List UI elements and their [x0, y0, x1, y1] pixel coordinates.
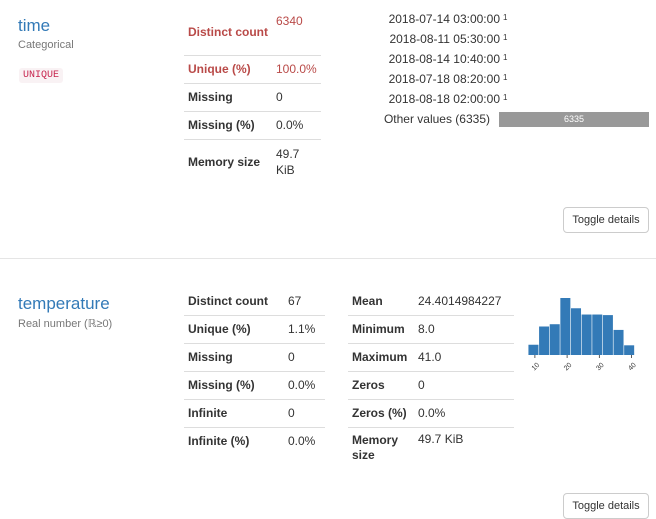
other-values-label: Other values (6335) [383, 112, 490, 126]
table-row: Memory size 49.7 KiB [184, 138, 321, 185]
stat-value: 0 [272, 82, 321, 111]
table-row: Missing (%) 0.0% [184, 370, 325, 399]
table-row: Distinct count 67 [184, 287, 325, 315]
stat-value: 1.1% [284, 314, 325, 343]
x-tick-label: 40 [627, 362, 638, 373]
unique-badge: UNIQUE [19, 68, 64, 83]
table-row: Infinite 0 [184, 398, 325, 427]
histogram-bar [602, 315, 613, 355]
temperature-stats-left: Distinct count 67 Unique (%) 1.1% Missin… [184, 287, 325, 455]
stat-value: 8.0 [414, 314, 514, 343]
stat-label: Missing (%) [184, 110, 272, 139]
table-row: Unique (%) 1.1% [184, 314, 325, 343]
stat-value: 6340 [276, 14, 303, 28]
freq-count: 1 [503, 13, 508, 22]
table-row: Maximum 41.0 [348, 342, 514, 371]
stat-value: 0 [284, 398, 325, 427]
stat-label: Distinct count [188, 293, 268, 308]
stat-value: 67 [288, 293, 302, 308]
table-row: Missing 0 [184, 342, 325, 371]
histogram-bar [528, 344, 539, 355]
freq-count: 1 [503, 93, 508, 102]
stat-value: 0.0% [272, 110, 321, 139]
stat-label: Minimum [348, 314, 414, 343]
x-tick-label: 20 [563, 362, 574, 373]
x-tick-label: 30 [595, 362, 606, 373]
stat-label: Memory size [184, 138, 272, 185]
stat-value: 0.0% [284, 426, 325, 455]
freq-value: 2018-08-11 05:30:00 [389, 32, 500, 46]
table-row: Infinite (%) 0.0% [184, 426, 325, 455]
stat-label: Unique (%) [184, 314, 284, 343]
stat-label: Zeros (%) [348, 398, 414, 427]
freq-value: 2018-08-18 02:00:00 [388, 92, 500, 106]
histogram-bar [624, 345, 635, 355]
section-divider [0, 258, 656, 259]
stat-value: 49.7 KiB [414, 426, 514, 469]
freq-count: 1 [503, 33, 508, 42]
stat-value: 41.0 [414, 342, 514, 371]
stat-label: Unique (%) [184, 54, 272, 83]
histogram-bar [581, 314, 592, 355]
freq-value: 2018-08-14 10:40:00 [388, 52, 500, 66]
stat-label: Missing [184, 82, 272, 111]
stat-label: Infinite [184, 398, 284, 427]
stat-value: 0.0% [414, 398, 514, 427]
stat-label: Zeros [348, 370, 414, 399]
stat-value: 49.7 KiB [272, 138, 321, 185]
variable-name-time[interactable]: time [18, 16, 50, 36]
table-row: Missing (%) 0.0% [184, 110, 321, 139]
table-row: Memory size 49.7 KiB [348, 426, 514, 469]
stat-label: Memory size [348, 426, 414, 469]
table-row: Minimum 8.0 [348, 314, 514, 343]
stat-label: Missing (%) [184, 370, 284, 399]
stat-value: 100.0% [272, 54, 321, 83]
stat-label: Infinite (%) [184, 426, 284, 455]
x-tick-label: 10 [531, 362, 542, 373]
histogram-bar [592, 314, 603, 355]
histogram-bar [539, 326, 550, 355]
table-row: Unique (%) 100.0% [184, 54, 321, 83]
temperature-histogram[interactable]: 10 20 30 40 [520, 290, 640, 380]
stat-label: Missing [184, 342, 284, 371]
variable-type-time: Categorical [18, 39, 74, 51]
freq-value: 2018-07-14 03:00:00 [388, 12, 500, 26]
table-row: Mean 24.4014984227 [348, 287, 514, 315]
freq-value: 2018-07-18 08:20:00 [388, 72, 500, 86]
stat-label: Mean [352, 293, 383, 308]
histogram-bar [570, 308, 582, 355]
stat-value: 0 [414, 370, 514, 399]
freq-count: 1 [503, 73, 508, 82]
toggle-details-button[interactable]: Toggle details [563, 493, 649, 519]
other-values-bar: 6335 [499, 112, 649, 127]
histogram-bar [560, 298, 571, 355]
variable-type-temperature: Real number (ℝ≥0) [18, 318, 113, 330]
toggle-details-button[interactable]: Toggle details [563, 207, 649, 233]
table-row: Distinct count 6340 [184, 10, 321, 55]
variable-name-temperature[interactable]: temperature [18, 294, 110, 314]
stat-label: Distinct count [188, 25, 268, 40]
table-row: Zeros 0 [348, 370, 514, 399]
time-stats-table: Distinct count 6340 Unique (%) 100.0% Mi… [184, 10, 321, 185]
histogram-bar [613, 329, 624, 355]
stat-label: Maximum [348, 342, 414, 371]
stat-value: 0.0% [284, 370, 325, 399]
table-row: Missing 0 [184, 82, 321, 111]
histogram-bar [549, 324, 560, 355]
stat-value: 0 [284, 342, 325, 371]
freq-count: 1 [503, 53, 508, 62]
temperature-stats-right: Mean 24.4014984227 Minimum 8.0 Maximum 4… [348, 287, 514, 469]
table-row: Zeros (%) 0.0% [348, 398, 514, 427]
stat-value: 24.4014984227 [418, 293, 502, 308]
